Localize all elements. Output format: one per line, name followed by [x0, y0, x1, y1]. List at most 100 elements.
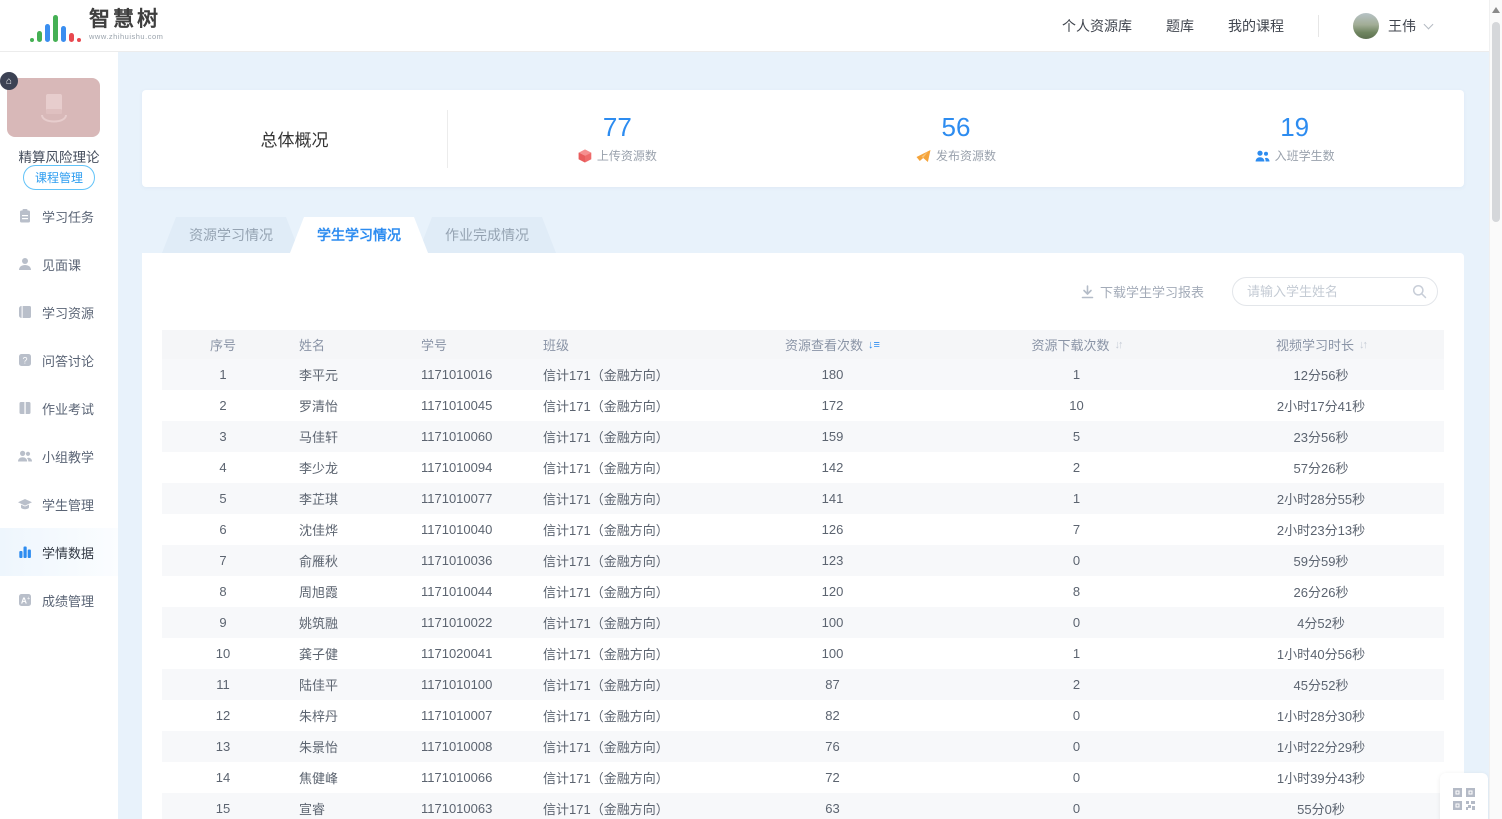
column-header-resource-views[interactable]: 资源查看次数↓≡	[710, 335, 955, 354]
cell-resource-downloads: 8	[955, 584, 1198, 599]
cell-name: 李芷琪	[284, 489, 406, 508]
home-icon[interactable]: ⌂	[0, 72, 18, 90]
column-header-resource-downloads[interactable]: 资源下载次数↓↑	[955, 335, 1198, 354]
cell-class: 信计171（金融方向）	[528, 799, 710, 818]
cell-video-duration: 1小时22分29秒	[1198, 737, 1444, 756]
sidebar-item-label: 学习任务	[42, 207, 94, 226]
sidebar-item-student-management[interactable]: 学生管理	[0, 480, 118, 528]
zhihuishu-logo[interactable]: 智慧树 www.zhihuishu.com	[30, 9, 163, 43]
sidebar-item-homework-exam[interactable]: 作业考试	[0, 384, 118, 432]
cell-student-id: 1171010094	[406, 460, 528, 475]
cell-index: 2	[162, 398, 284, 413]
cell-name: 周旭霞	[284, 582, 406, 601]
exam-icon	[17, 400, 33, 416]
search-input[interactable]	[1232, 277, 1438, 306]
cell-resource-downloads: 1	[955, 367, 1198, 382]
cell-resource-views: 82	[710, 708, 955, 723]
cell-name: 李平元	[284, 365, 406, 384]
sort-icon[interactable]: ↓↑	[1115, 339, 1122, 351]
qr-code-button[interactable]	[1440, 773, 1488, 819]
sidebar: ⌂ 精算风险理论 课程管理 学习任务 见面课 学习资源 ? 问答讨论 作业考试	[0, 52, 118, 819]
sidebar-menu: 学习任务 见面课 学习资源 ? 问答讨论 作业考试 小组教学 学生管理 学情数据	[0, 192, 118, 624]
cell-student-id: 1171010066	[406, 770, 528, 785]
sidebar-item-group-teaching[interactable]: 小组教学	[0, 432, 118, 480]
cell-class: 信计171（金融方向）	[528, 520, 710, 539]
cell-resource-downloads: 5	[955, 429, 1198, 444]
sidebar-item-meeting-class[interactable]: 见面课	[0, 240, 118, 288]
cell-resource-views: 100	[710, 646, 955, 661]
column-header-name: 姓名	[284, 335, 406, 354]
user-menu[interactable]: 王伟	[1353, 13, 1432, 39]
student-learning-panel: 下载学生学习报表 序号 姓名 学号 班级 资源查看次数↓≡ 资源下载次数↓↑ 视…	[142, 253, 1464, 819]
table-row: 11 陆佳平 1171010100 信计171（金融方向） 87 2 45分52…	[162, 669, 1444, 700]
table-row: 1 李平元 1171010016 信计171（金融方向） 180 1 12分56…	[162, 359, 1444, 390]
cell-student-id: 1171020041	[406, 646, 528, 661]
cell-class: 信计171（金融方向）	[528, 706, 710, 725]
grade-a-plus-icon: A+	[17, 592, 33, 608]
cell-name: 龚子健	[284, 644, 406, 663]
scroll-up-arrow[interactable]	[1492, 7, 1500, 13]
sidebar-item-label: 成绩管理	[42, 591, 94, 610]
stat-label: 发布资源数	[936, 147, 996, 164]
stat-published-resources: 56 发布资源数	[787, 113, 1126, 165]
cell-resource-views: 120	[710, 584, 955, 599]
tab-homework-completion[interactable]: 作业完成情况	[418, 217, 556, 253]
search-icon[interactable]	[1412, 284, 1427, 299]
page-scrollbar[interactable]	[1489, 0, 1502, 819]
cell-resource-views: 141	[710, 491, 955, 506]
tab-bar: 资源学习情况 学生学习情况 作业完成情况	[162, 217, 546, 253]
cell-name: 宣睿	[284, 799, 406, 818]
cell-index: 8	[162, 584, 284, 599]
table-row: 3 马佳轩 1171010060 信计171（金融方向） 159 5 23分56…	[162, 421, 1444, 452]
team-icon	[17, 448, 33, 464]
scroll-thumb[interactable]	[1492, 22, 1500, 222]
cell-class: 信计171（金融方向）	[528, 582, 710, 601]
course-manage-button[interactable]: 课程管理	[23, 165, 95, 190]
sidebar-item-learning-resources[interactable]: 学习资源	[0, 288, 118, 336]
cell-resource-views: 100	[710, 615, 955, 630]
sidebar-item-learning-data[interactable]: 学情数据	[0, 528, 118, 576]
cell-name: 焦健峰	[284, 768, 406, 787]
sort-icon[interactable]: ↓↑	[1359, 339, 1366, 351]
tab-label: 学生学习情况	[317, 225, 401, 245]
course-card[interactable]: ⌂	[7, 78, 100, 137]
download-report-label: 下载学生学习报表	[1100, 282, 1204, 301]
sidebar-item-qa-discussion[interactable]: ? 问答讨论	[0, 336, 118, 384]
bar-chart-icon	[17, 544, 33, 560]
tab-resource-learning[interactable]: 资源学习情况	[162, 217, 300, 253]
tab-student-learning[interactable]: 学生学习情况	[290, 217, 428, 253]
sort-desc-icon[interactable]: ↓≡	[868, 339, 880, 351]
clipboard-icon	[17, 208, 33, 224]
download-icon	[1081, 285, 1094, 299]
download-report-link[interactable]: 下载学生学习报表	[1081, 282, 1204, 301]
cell-student-id: 1171010060	[406, 429, 528, 444]
table-row: 9 姚筑融 1171010022 信计171（金融方向） 100 0 4分52秒	[162, 607, 1444, 638]
cell-student-id: 1171010045	[406, 398, 528, 413]
cell-index: 14	[162, 770, 284, 785]
cell-index: 10	[162, 646, 284, 661]
cell-resource-downloads: 0	[955, 553, 1198, 568]
cell-index: 11	[162, 677, 284, 692]
column-header-class: 班级	[528, 335, 710, 354]
cell-resource-downloads: 7	[955, 522, 1198, 537]
cell-resource-downloads: 0	[955, 708, 1198, 723]
logo-bars-icon	[30, 10, 81, 42]
cell-name: 罗清怡	[284, 396, 406, 415]
avatar[interactable]	[1353, 13, 1379, 39]
nav-personal-resources[interactable]: 个人资源库	[1062, 16, 1132, 36]
sidebar-item-learning-tasks[interactable]: 学习任务	[0, 192, 118, 240]
cell-video-duration: 2小时23分13秒	[1198, 520, 1444, 539]
nav-question-bank[interactable]: 题库	[1166, 16, 1194, 36]
cell-name: 沈佳烨	[284, 520, 406, 539]
cell-video-duration: 12分56秒	[1198, 365, 1444, 384]
cell-name: 朱景怡	[284, 737, 406, 756]
students-icon	[1255, 149, 1270, 163]
sidebar-item-label: 学习资源	[42, 303, 94, 322]
chevron-down-icon	[1424, 19, 1434, 29]
column-header-video-duration[interactable]: 视频学习时长↓↑	[1198, 335, 1444, 354]
stat-value: 77	[448, 113, 787, 143]
nav-my-courses[interactable]: 我的课程	[1228, 16, 1284, 36]
sidebar-item-grade-management[interactable]: A+ 成绩管理	[0, 576, 118, 624]
cell-resource-views: 172	[710, 398, 955, 413]
cell-index: 13	[162, 739, 284, 754]
